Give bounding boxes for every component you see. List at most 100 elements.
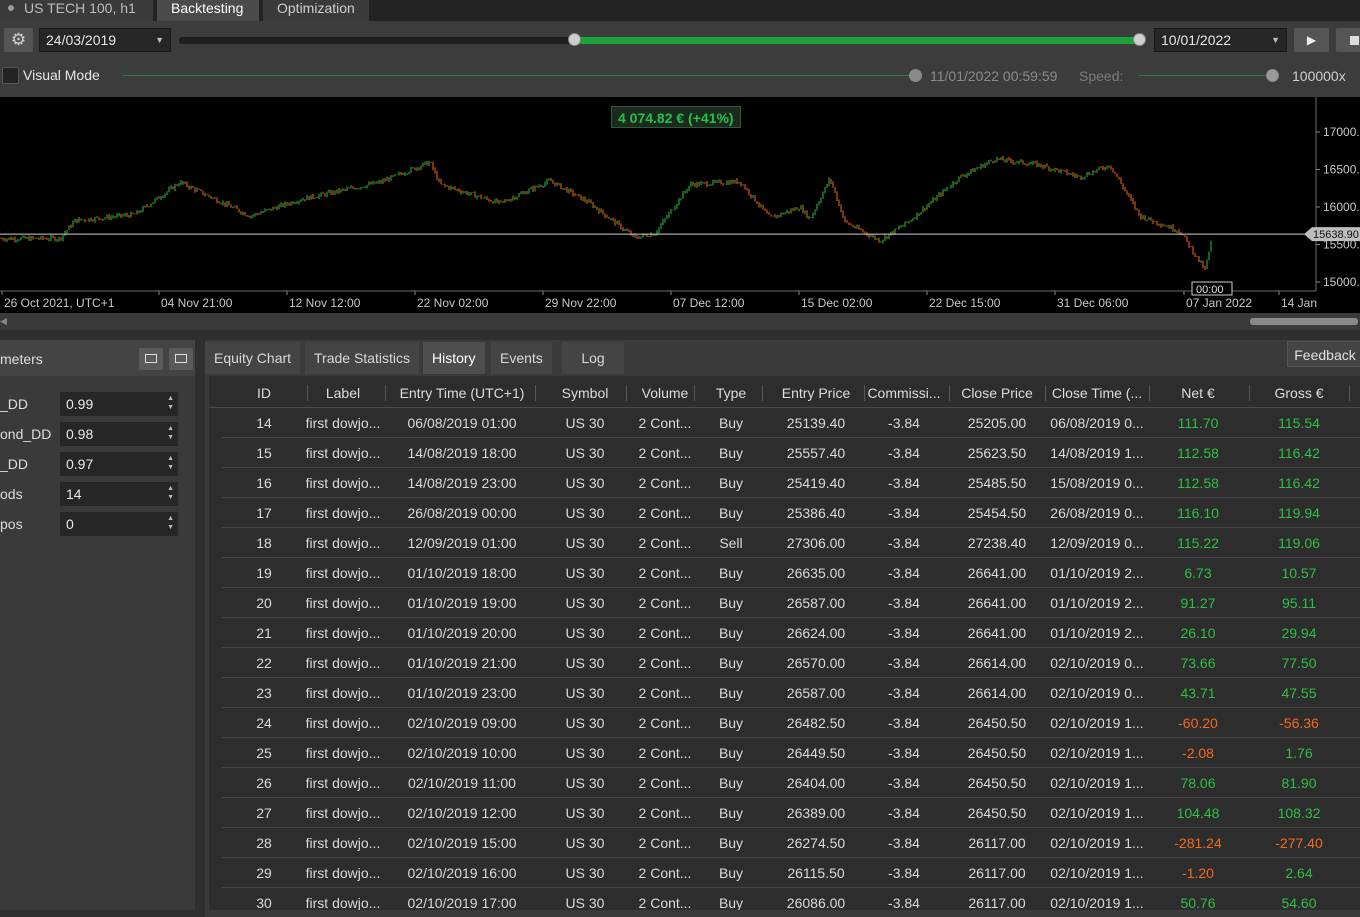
table-row[interactable]: 19 first dowjo... 01/10/2019 18:00 US 30 2 C… <box>222 558 1360 588</box>
table-row[interactable]: 17 first dowjo... 26/08/2019 00:00 US 30 2 C… <box>222 498 1360 528</box>
column-divider[interactable] <box>535 385 536 401</box>
column-divider[interactable] <box>1149 385 1150 401</box>
tab-backtesting[interactable]: Backtesting <box>157 0 259 21</box>
gear-icon[interactable]: ⚙ <box>4 28 33 52</box>
table-cell: -3.84 <box>888 565 920 581</box>
tab-trade-statistics[interactable]: Trade Statistics <box>305 342 419 374</box>
tab-symbol[interactable]: US TECH 100, h1 <box>0 0 153 21</box>
column-divider[interactable] <box>626 385 627 401</box>
table-row[interactable]: 25 first dowjo... 02/10/2019 10:00 US 30 2 C… <box>222 738 1360 768</box>
param-input[interactable]: 0.98 ▲ ▼ <box>60 422 178 446</box>
column-header[interactable]: Label <box>301 385 385 401</box>
table-cell: 21 <box>256 625 272 641</box>
table-cell: 2 Cont... <box>638 775 692 791</box>
table-cell: US 30 <box>565 835 605 851</box>
table-row[interactable]: 22 first dowjo... 01/10/2019 21:00 US 30 2 C… <box>222 648 1360 678</box>
column-header[interactable]: Gross € <box>1249 385 1349 401</box>
visual-mode-checkbox[interactable] <box>2 67 19 84</box>
column-header[interactable]: Net € <box>1158 385 1238 401</box>
table-row[interactable]: 30 first dowjo... 02/10/2019 17:00 US 30 2 C… <box>222 888 1360 910</box>
table-row[interactable]: 24 first dowjo... 02/10/2019 09:00 US 30 2 C… <box>222 708 1360 738</box>
load-parameters-button[interactable] <box>139 348 163 370</box>
chart-scrollbar[interactable] <box>0 313 1360 330</box>
param-row: ond_DD 0.98 ▲ ▼ <box>0 422 195 446</box>
column-divider[interactable] <box>694 385 695 401</box>
table-row[interactable]: 18 first dowjo... 12/09/2019 01:00 US 30 2 C… <box>222 528 1360 558</box>
column-header[interactable]: Volume <box>630 385 700 401</box>
table-row[interactable]: 20 first dowjo... 01/10/2019 19:00 US 30 2 C… <box>222 588 1360 618</box>
column-divider[interactable] <box>385 385 386 401</box>
spinner-icon[interactable]: ▲ ▼ <box>167 514 174 532</box>
param-input[interactable]: 0.99 ▲ ▼ <box>60 392 178 416</box>
folder-icon <box>145 354 157 363</box>
param-input[interactable]: 0 ▲ ▼ <box>60 512 178 536</box>
chevron-left-icon[interactable]: ◀ <box>0 316 7 327</box>
tab-history[interactable]: History <box>423 342 485 374</box>
column-divider[interactable] <box>307 385 308 401</box>
table-cell: 26641.00 <box>967 565 1027 581</box>
table-cell: 02/10/2019 0... <box>1050 685 1144 701</box>
param-input[interactable]: 14 ▲ ▼ <box>60 482 178 506</box>
feedback-button[interactable]: Feedback <box>1287 341 1360 367</box>
column-divider[interactable] <box>762 385 763 401</box>
param-label: ond_DD <box>0 426 52 442</box>
spinner-icon[interactable]: ▲ ▼ <box>167 394 174 412</box>
visual-mode-slider-handle[interactable] <box>909 69 922 82</box>
column-header[interactable]: ID <box>244 385 284 401</box>
table-row[interactable]: 16 first dowjo... 14/08/2019 23:00 US 30 2 C… <box>222 468 1360 498</box>
spinner-icon[interactable]: ▲ ▼ <box>167 484 174 502</box>
column-divider[interactable] <box>864 385 865 401</box>
table-cell: first dowjo... <box>305 835 381 851</box>
table-cell: 2 Cont... <box>638 595 692 611</box>
table-cell: first dowjo... <box>305 445 381 461</box>
range-start-handle[interactable] <box>568 33 581 46</box>
speed-slider-track[interactable] <box>1138 75 1268 76</box>
chevron-down-icon: ▼ <box>1271 35 1280 45</box>
column-header[interactable]: Entry Time (UTC+1) <box>387 385 537 401</box>
column-divider[interactable] <box>1349 385 1350 401</box>
table-row[interactable]: 28 first dowjo... 02/10/2019 15:00 US 30 2 C… <box>222 828 1360 858</box>
column-divider[interactable] <box>949 385 950 401</box>
column-header[interactable]: Close Time (... <box>1047 385 1147 401</box>
column-header[interactable]: Close Price <box>947 385 1047 401</box>
table-row[interactable]: 21 first dowjo... 01/10/2019 20:00 US 30 2 C… <box>222 618 1360 648</box>
spinner-icon[interactable]: ▲ ▼ <box>167 454 174 472</box>
table-row[interactable]: 27 first dowjo... 02/10/2019 12:00 US 30 2 C… <box>222 798 1360 828</box>
play-button[interactable]: ▶ <box>1294 28 1329 52</box>
param-row: pos 0 ▲ ▼ <box>0 512 195 536</box>
column-divider[interactable] <box>1045 385 1046 401</box>
table-row[interactable]: 14 first dowjo... 06/08/2019 01:00 US 30 2 C… <box>222 408 1360 438</box>
stop-button[interactable] <box>1336 28 1360 52</box>
time-tick-label: 31 Dec 06:00 <box>1057 296 1129 310</box>
table-cell: 02/10/2019 15:00 <box>407 835 517 851</box>
spinner-icon[interactable]: ▲ ▼ <box>167 424 174 442</box>
visual-mode-slider-track[interactable] <box>122 75 912 76</box>
column-divider[interactable] <box>1249 385 1250 401</box>
save-parameters-button[interactable] <box>169 348 193 370</box>
end-date-picker[interactable]: 10/01/2022 ▼ <box>1154 28 1287 52</box>
table-row[interactable]: 26 first dowjo... 02/10/2019 11:00 US 30 2 C… <box>222 768 1360 798</box>
param-value: 0 <box>66 516 74 532</box>
tab-log[interactable]: Log <box>562 342 624 374</box>
tab-events[interactable]: Events <box>491 342 552 374</box>
table-cell: -3.84 <box>888 775 920 791</box>
tab-optimization[interactable]: Optimization <box>263 0 369 21</box>
range-end-handle[interactable] <box>1133 33 1146 46</box>
table-cell: 26/08/2019 0... <box>1050 505 1144 521</box>
table-row[interactable]: 29 first dowjo... 02/10/2019 16:00 US 30 2 C… <box>222 858 1360 888</box>
table-cell: 26117.00 <box>968 865 1026 881</box>
table-cell: 10.57 <box>1281 565 1317 581</box>
column-header[interactable]: Commissi... <box>864 385 944 401</box>
speed-slider-handle[interactable] <box>1266 69 1279 82</box>
column-header[interactable]: Symbol <box>545 385 625 401</box>
param-input[interactable]: 0.97 ▲ ▼ <box>60 452 178 476</box>
chart-scroll-thumb[interactable] <box>1250 318 1358 325</box>
table-cell: 01/10/2019 21:00 <box>407 655 517 671</box>
column-header[interactable]: Entry Price <box>766 385 866 401</box>
price-chart[interactable]: 17000. 16500. 16000. 15500. 15000. 26 Oct 202… <box>0 97 1360 313</box>
table-row[interactable]: 15 first dowjo... 14/08/2019 18:00 US 30 2 C… <box>222 438 1360 468</box>
tab-equity-chart[interactable]: Equity Chart <box>205 342 301 374</box>
column-header[interactable]: Type <box>701 385 761 401</box>
start-date-picker[interactable]: 24/03/2019 ▼ <box>39 28 171 52</box>
table-row[interactable]: 23 first dowjo... 01/10/2019 23:00 US 30 2 C… <box>222 678 1360 708</box>
